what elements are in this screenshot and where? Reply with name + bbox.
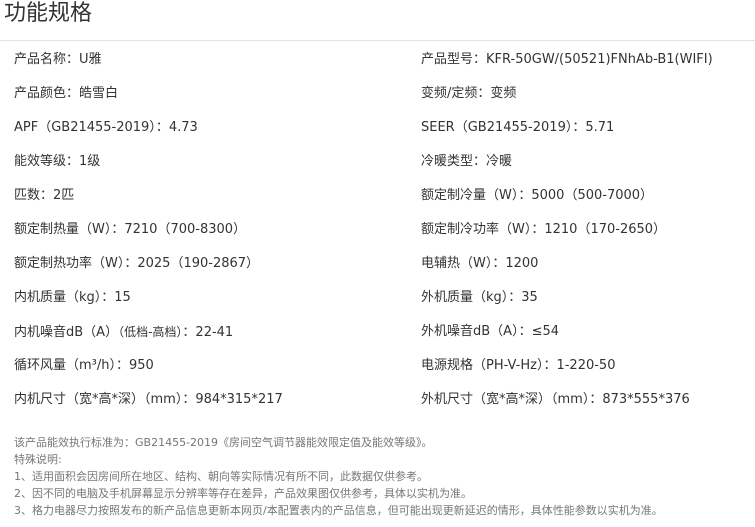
spec-indoor-dimensions: 内机尺寸（宽*高*深）（mm）：984*315*217 [14, 392, 283, 407]
spec-product-model: 产品型号：KFR-50GW/(50521)FNhAb-B1(WIFI) [421, 52, 713, 67]
indoor-noise-range-note: （低档-高档） [118, 325, 183, 339]
special-notes-heading: 特殊说明: [14, 453, 62, 466]
spec-rated-cooling-capacity: 额定制冷量（W）：5000（500-7000） [421, 188, 654, 203]
spec-rated-heating-power: 额定制热功率（W）：2025（190-2867） [14, 256, 260, 271]
spec-indoor-noise: 内机噪音dB（A）（低档-高档）：22-41 [14, 323, 233, 342]
notes-block: 该产品能效执行标准为：GB21455-2019《房间空气调节器能效限定值及能效等… [14, 434, 749, 519]
indoor-noise-value: ：22-41 [182, 325, 234, 340]
spec-horsepower: 匹数：2匹 [14, 188, 75, 203]
spec-outdoor-noise: 外机噪音dB（A）：≤54 [421, 324, 559, 339]
spec-rated-cooling-power: 额定制冷功率（W）：1210（170-2650） [421, 222, 667, 237]
spec-outdoor-dimensions: 外机尺寸（宽*高*深）（mm）：873*555*376 [421, 392, 690, 407]
spec-cooling-heating-type: 冷暖类型：冷暖 [421, 154, 513, 169]
spec-electric-auxiliary-heat: 电辅热（W）：1200 [421, 256, 539, 271]
spec-energy-grade: 能效等级：1级 [14, 154, 101, 169]
spec-indoor-weight: 内机质量（kg）：15 [14, 290, 131, 305]
title-divider [0, 40, 755, 41]
note-item: 2、因不同的电脑及手机屏幕显示分辨率等存在差异，产品效果图仅供参考，具体以实机为… [14, 487, 472, 500]
section-title: 功能规格 [4, 1, 93, 26]
spec-power-supply: 电源规格（PH-V-Hz）：1-220-50 [421, 358, 616, 373]
spec-inverter-type: 变频/定频：变频 [421, 86, 517, 101]
spec-air-flow: 循环风量（m³/h）：950 [14, 358, 154, 373]
note-item: 1、适用面积会因房间所在地区、结构、朝向等实际情况有所不同，此数据仅供参考。 [14, 470, 428, 483]
spec-rated-heating-capacity: 额定制热量（W）：7210（700-8300） [14, 222, 247, 237]
energy-standard-note: 该产品能效执行标准为：GB21455-2019《房间空气调节器能效限定值及能效等… [14, 436, 433, 449]
spec-seer: SEER（GB21455-2019）：5.71 [421, 120, 615, 135]
indoor-noise-label: 内机噪音dB（A） [14, 325, 119, 340]
spec-apf: APF（GB21455-2019）：4.73 [14, 120, 198, 135]
spec-product-name: 产品名称：U雅 [14, 52, 102, 67]
spec-product-color: 产品颜色：皓雪白 [14, 86, 119, 101]
note-item: 3、格力电器尽力按照发布的新产品信息更新本网页/本配置表内的产品信息，但可能出现… [14, 504, 663, 517]
spec-outdoor-weight: 外机质量（kg）：35 [421, 290, 538, 305]
